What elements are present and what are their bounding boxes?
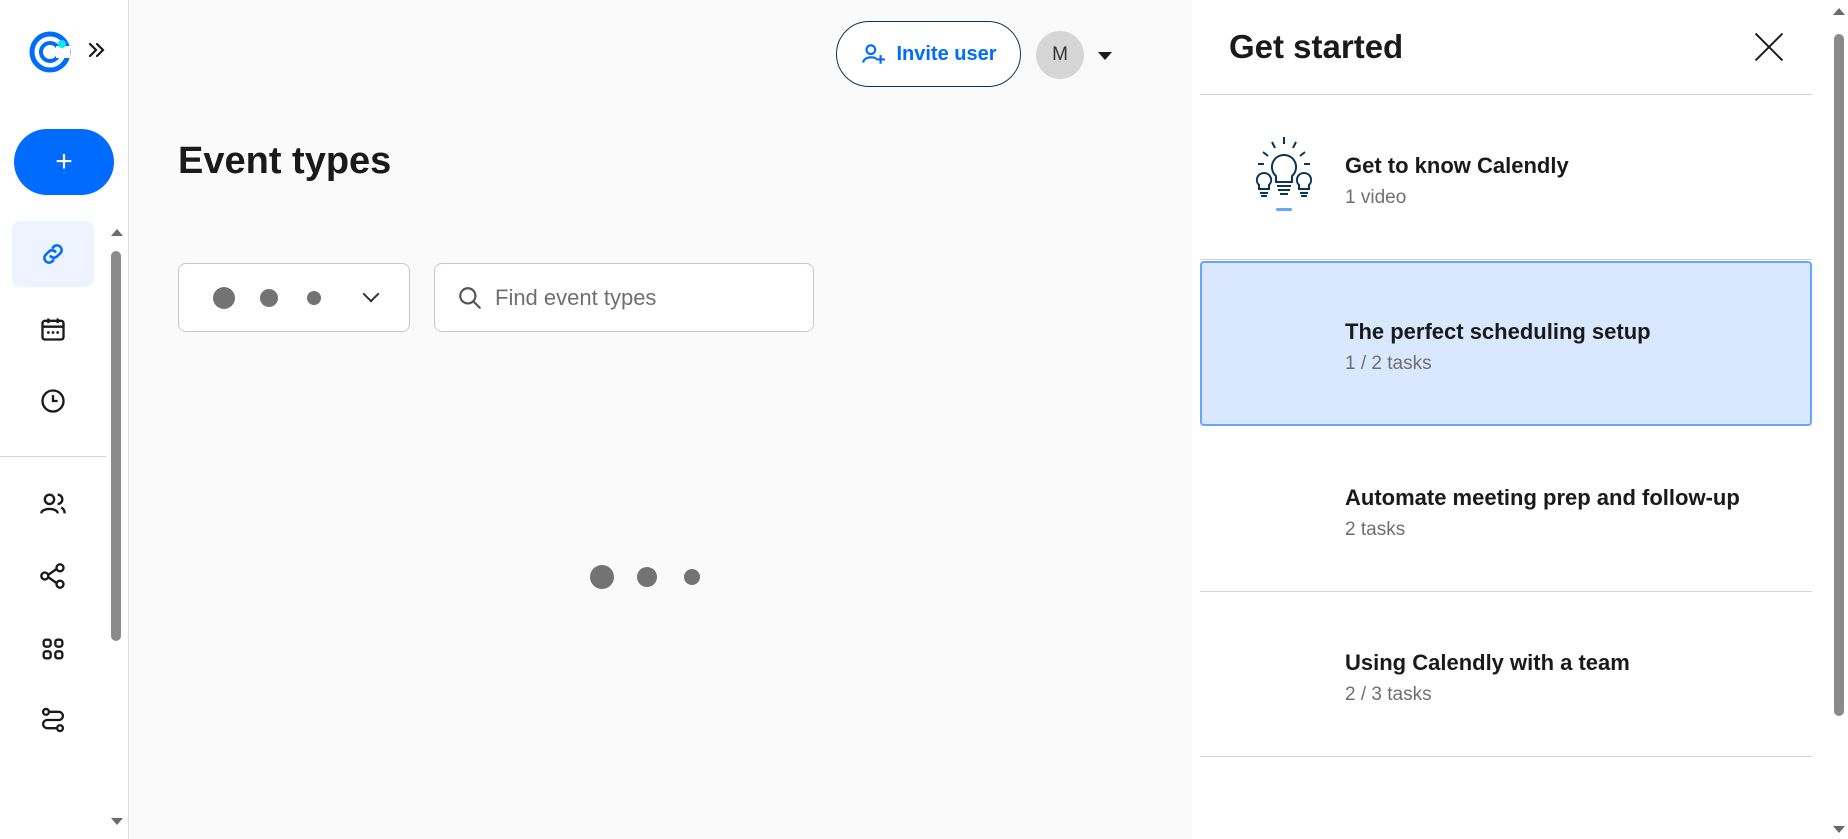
calendar-icon: [41, 318, 65, 341]
chevron-down-icon: [362, 285, 380, 303]
add-user-icon: [862, 44, 886, 64]
scroll-down-arrow-icon[interactable]: [111, 818, 123, 825]
lightbulb-icon: [1255, 137, 1313, 211]
loading-dot: [590, 565, 614, 589]
get-started-card[interactable]: Using Calendly with a team 2 / 3 tasks: [1200, 592, 1812, 757]
workflow-icon: [40, 563, 65, 589]
page-title: Event types: [178, 140, 392, 182]
search-field[interactable]: [434, 263, 814, 332]
calendly-logo-icon[interactable]: [28, 30, 72, 74]
user-filter-dropdown[interactable]: [178, 263, 410, 332]
panel-scrollbar[interactable]: [1830, 0, 1848, 839]
get-started-card[interactable]: Automate meeting prep and follow-up 2 ta…: [1200, 427, 1812, 592]
sidebar-item-routing[interactable]: [12, 687, 94, 753]
sidebar-item-contacts[interactable]: [12, 471, 94, 537]
clock-icon: [41, 389, 65, 413]
loading-dot: [637, 567, 657, 587]
sidebar-item-integrations[interactable]: [12, 616, 94, 682]
loading-dot: [213, 287, 235, 309]
card-title: The perfect scheduling setup: [1345, 319, 1651, 344]
sidebar-item-availability[interactable]: [12, 368, 94, 434]
search-icon: [459, 286, 481, 309]
create-button[interactable]: +: [14, 129, 114, 195]
loading-dot: [307, 291, 321, 305]
card-title: Automate meeting prep and follow-up: [1345, 485, 1740, 510]
panel-title: Get started: [1229, 28, 1404, 65]
sidebar-scrollbar[interactable]: [109, 225, 123, 825]
card-title: Using Calendly with a team: [1345, 650, 1630, 675]
card-subtitle: 2 tasks: [1345, 519, 1406, 540]
invite-user-button[interactable]: Invite user: [836, 21, 1021, 87]
get-started-card[interactable]: Get to know Calendly 1 video: [1200, 95, 1812, 260]
scroll-up-arrow-icon[interactable]: [111, 229, 123, 236]
sidebar-item-meetings[interactable]: [12, 296, 94, 362]
scroll-down-arrow-icon[interactable]: [1833, 826, 1845, 833]
card-title: Get to know Calendly: [1345, 153, 1569, 178]
card-subtitle: 1 / 2 tasks: [1345, 353, 1432, 374]
routing-icon: [41, 707, 65, 733]
sidebar-divider: [0, 456, 106, 457]
invite-user-label: Invite user: [896, 42, 997, 65]
users-icon: [40, 493, 66, 514]
scroll-up-arrow-icon[interactable]: [1833, 8, 1845, 15]
sidebar-item-scheduling[interactable]: [12, 221, 94, 287]
search-input[interactable]: [495, 284, 813, 311]
loading-dot: [684, 569, 700, 585]
scrollbar-thumb[interactable]: [1834, 34, 1844, 716]
chevrons-right-icon: [88, 42, 105, 58]
loading-dot: [260, 289, 278, 307]
get-started-panel: Get started Get to know Calendly 1 video…: [1192, 0, 1830, 839]
sidebar-item-workflows[interactable]: [12, 543, 94, 609]
close-icon[interactable]: [1752, 30, 1786, 64]
avatar[interactable]: M: [1036, 31, 1084, 79]
caret-down-icon[interactable]: [1098, 52, 1112, 60]
get-started-card-selected[interactable]: The perfect scheduling setup 1 / 2 tasks: [1200, 261, 1812, 426]
card-subtitle: 1 video: [1345, 187, 1407, 208]
apps-grid-icon: [42, 638, 64, 660]
card-subtitle: 2 / 3 tasks: [1345, 684, 1432, 705]
scrollbar-thumb[interactable]: [111, 251, 121, 641]
link-icon: [43, 244, 63, 264]
expand-sidebar-button[interactable]: [85, 38, 109, 62]
